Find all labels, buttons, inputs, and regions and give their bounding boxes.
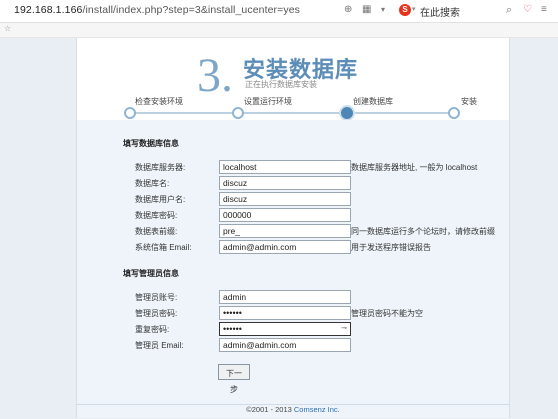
db-user-input[interactable]: discuz	[219, 192, 351, 206]
form-row-admin-username: 管理员账号: admin	[77, 290, 509, 304]
install-form: 填写数据库信息 数据库服务器: localhost 数据库服务器地址, 一般为 …	[77, 120, 509, 418]
step-progress: 检查安装环境 设置运行环境 创建数据库 安装	[77, 96, 509, 120]
form-row-admin-password: 管理员密码: •••••• 管理员密码不能为空	[77, 306, 509, 320]
db-name-input[interactable]: discuz	[219, 176, 351, 190]
form-row-table-prefix: 数据表前缀: pre_ 同一数据库运行多个论坛时，请修改前缀	[77, 224, 509, 238]
field-hint: 管理员密码不能为空	[351, 309, 423, 318]
document-icon[interactable]: ⊕	[344, 4, 352, 16]
admin-password-input[interactable]: ••••••	[219, 306, 351, 320]
field-label: 数据库密码:	[135, 211, 178, 220]
form-row-db-user: 数据库用户名: discuz	[77, 192, 509, 206]
db-password-input[interactable]: 000000	[219, 208, 351, 222]
section-title-admin: 填写管理员信息	[123, 269, 179, 278]
field-hint: 用于发送程序错误报告	[351, 243, 431, 252]
form-row-db-password: 数据库密码: 000000	[77, 208, 509, 222]
page-subtitle: 正在执行数据库安装	[245, 80, 317, 89]
db-host-input[interactable]: localhost	[219, 160, 351, 174]
field-label: 数据库名:	[135, 179, 170, 188]
progress-track	[129, 112, 455, 114]
bookmark-bar: ☆	[0, 23, 558, 38]
search-input[interactable]: 在此搜索	[420, 4, 460, 19]
copyright-text: ©2001 - 2013	[246, 405, 292, 414]
field-label: 系统信箱 Email:	[135, 243, 192, 252]
field-label: 数据库用户名:	[135, 195, 186, 204]
step-label-4: 安装	[461, 97, 477, 106]
step-dot-2	[232, 107, 244, 119]
heart-icon[interactable]: ♡	[523, 4, 532, 16]
next-step-button[interactable]: 下一步	[218, 364, 250, 394]
installer-header: 3. 安装数据库 正在执行数据库安装 检查安装环境 设置运行环境 创建数据库 安…	[77, 38, 509, 120]
url-host: 192.168.1.166	[14, 4, 83, 16]
admin-email-input[interactable]: admin@admin.com	[219, 338, 351, 352]
dropdown-icon[interactable]: ▾	[381, 4, 385, 16]
form-row-admin-email: 管理员 Email: admin@admin.com	[77, 338, 509, 352]
step-dot-1	[124, 107, 136, 119]
bookmark-icon[interactable]: ☆	[4, 24, 11, 33]
step-label-1: 检查安装环境	[135, 97, 183, 106]
field-hint: 同一数据库运行多个论坛时，请修改前缀	[351, 227, 495, 236]
system-email-input[interactable]: admin@admin.com	[219, 240, 351, 254]
admin-username-input[interactable]: admin	[219, 290, 351, 304]
repeat-password-value: ••••••	[223, 324, 242, 334]
chevron-down-icon[interactable]: ▾	[412, 5, 416, 13]
field-label: 数据表前缀:	[135, 227, 178, 236]
table-prefix-input[interactable]: pre_	[219, 224, 351, 238]
section-title-db: 填写数据库信息	[123, 139, 179, 148]
step-label-2: 设置运行环境	[244, 97, 292, 106]
installer-page: 3. 安装数据库 正在执行数据库安装 检查安装环境 设置运行环境 创建数据库 安…	[76, 38, 510, 418]
form-row-db-host: 数据库服务器: localhost 数据库服务器地址, 一般为 localhos…	[77, 160, 509, 174]
step-dot-4	[448, 107, 460, 119]
search-engine-icon[interactable]: S	[399, 4, 411, 16]
reader-icon[interactable]: ▦	[362, 4, 371, 16]
step-dot-3-active	[341, 107, 353, 119]
url-text[interactable]: 192.168.1.166/install/index.php?step=3&i…	[14, 4, 300, 16]
field-label: 数据库服务器:	[135, 163, 186, 172]
form-row-repeat-password: 重复密码: •••••• ⊸	[77, 322, 509, 336]
form-row-db-name: 数据库名: discuz	[77, 176, 509, 190]
step-label-3: 创建数据库	[353, 97, 393, 106]
form-row-system-email: 系统信箱 Email: admin@admin.com 用于发送程序错误报告	[77, 240, 509, 254]
field-label: 管理员 Email:	[135, 341, 184, 350]
url-path: /install/index.php?step=3&install_ucente…	[82, 4, 301, 16]
company-link[interactable]: Comsenz Inc.	[294, 405, 340, 414]
field-label: 重复密码:	[135, 325, 170, 334]
search-icon[interactable]: ⌕	[506, 4, 512, 16]
field-label: 管理员密码:	[135, 309, 178, 318]
menu-icon[interactable]: ≡	[541, 4, 547, 16]
key-icon: ⊸	[341, 325, 347, 332]
field-label: 管理员账号:	[135, 293, 178, 302]
address-bar[interactable]: 192.168.1.166/install/index.php?step=3&i…	[0, 0, 558, 23]
repeat-password-input[interactable]: •••••• ⊸	[219, 322, 351, 336]
page-footer: ©2001 - 2013 Comsenz Inc.	[77, 404, 509, 419]
field-hint: 数据库服务器地址, 一般为 localhost	[351, 163, 478, 172]
